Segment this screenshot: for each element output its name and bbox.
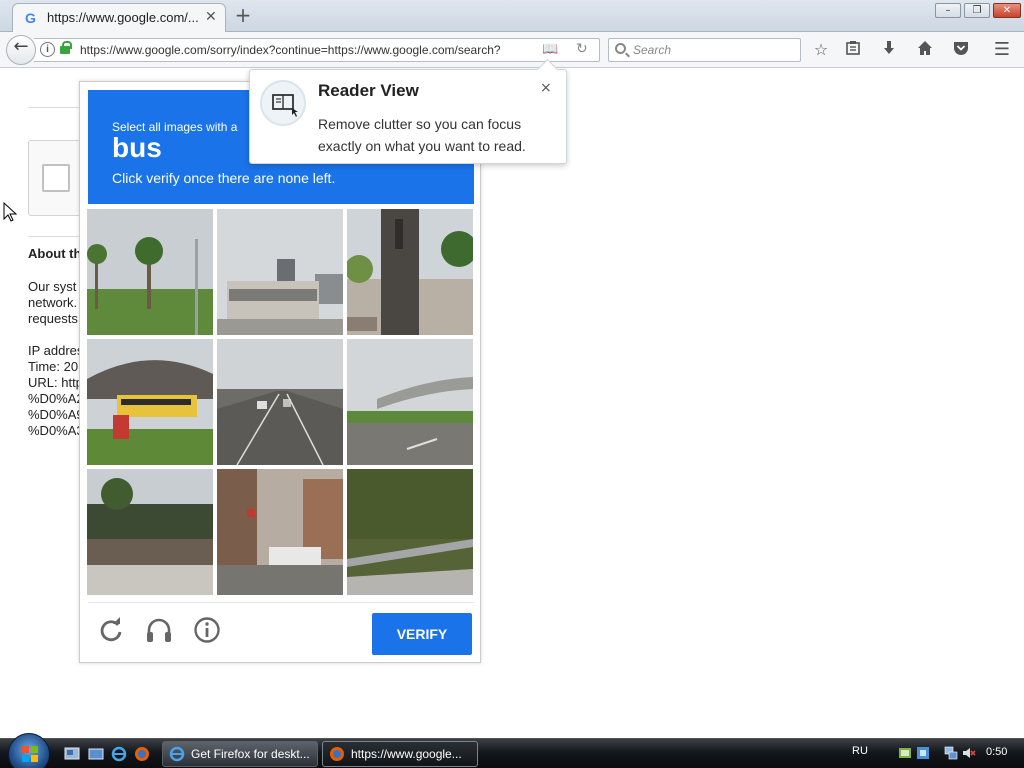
info-icon[interactable]: i: [40, 42, 55, 57]
lock-icon: [60, 41, 72, 54]
search-input[interactable]: Search: [608, 38, 801, 62]
hamburger-menu-icon[interactable]: ☰: [991, 40, 1013, 60]
captcha-target-word: bus: [112, 132, 162, 163]
captcha-tile[interactable]: [347, 469, 473, 595]
internet-explorer-icon[interactable]: [111, 746, 127, 762]
tab-close-icon[interactable]: ✕: [205, 9, 217, 25]
taskbar-item-label: Get Firefox for deskt...: [191, 747, 310, 761]
captcha-challenge: Select all images with a bus Click verif…: [79, 81, 481, 663]
volume-muted-icon[interactable]: [962, 746, 976, 760]
body-text-line: Time: 20:: [28, 359, 80, 374]
reader-view-icon: [260, 80, 306, 126]
bookmarks-list-icon[interactable]: [842, 40, 864, 60]
language-indicator[interactable]: RU: [852, 745, 868, 757]
body-text-line: requests: [28, 311, 78, 326]
home-icon[interactable]: [914, 40, 936, 60]
body-text-line: URL: http: [28, 375, 80, 390]
back-button[interactable]: ←: [6, 35, 36, 65]
network-icon[interactable]: [944, 746, 958, 760]
taskbar-item[interactable]: Get Firefox for deskt...: [162, 741, 318, 767]
body-text-line: %D0%A3: [28, 423, 80, 438]
about-heading: About th: [28, 246, 80, 261]
show-desktop-icon[interactable]: [64, 746, 80, 762]
captcha-tile[interactable]: [87, 339, 213, 465]
reader-view-description: exactly on what you want to read.: [318, 138, 526, 154]
start-button[interactable]: [8, 733, 50, 768]
navigation-bar: i https://www.google.com/sorry/index?con…: [0, 32, 1024, 68]
mouse-cursor-icon: [3, 202, 17, 222]
browser-tab[interactable]: G https://www.google.com/... ✕: [12, 3, 226, 32]
clock[interactable]: 0:50: [986, 746, 1007, 758]
url-text[interactable]: https://www.google.com/sorry/index?conti…: [80, 43, 520, 57]
captcha-tile[interactable]: [347, 339, 473, 465]
captcha-tile[interactable]: [217, 469, 343, 595]
taskbar-item-active[interactable]: https://www.google...: [322, 741, 478, 767]
info-icon[interactable]: [192, 615, 222, 645]
body-text-line: %D0%A9: [28, 407, 80, 422]
windows-taskbar: Get Firefox for deskt... https://www.goo…: [0, 733, 1024, 768]
captcha-tile[interactable]: [87, 209, 213, 335]
firefox-icon: [330, 747, 344, 761]
windows-logo-icon: [22, 746, 38, 762]
window-close-button[interactable]: ✕: [993, 3, 1021, 18]
reload-challenge-icon[interactable]: [96, 615, 126, 645]
url-bar[interactable]: i https://www.google.com/sorry/index?con…: [34, 38, 600, 62]
bookmark-star-icon[interactable]: ☆: [810, 40, 832, 60]
body-text-line: network.: [28, 295, 78, 310]
google-favicon-icon: G: [25, 10, 36, 26]
tab-strip: G https://www.google.com/... ✕ + – ❐ ✕: [0, 0, 1024, 32]
captcha-tile[interactable]: [347, 209, 473, 335]
new-tab-button[interactable]: +: [233, 4, 253, 26]
body-text-line: Our syst: [28, 279, 77, 294]
captcha-tile[interactable]: [87, 469, 213, 595]
headphones-icon[interactable]: [144, 615, 174, 645]
body-text-line: %D0%A2: [28, 391, 80, 406]
captcha-image-grid: [87, 209, 475, 597]
downloads-icon[interactable]: [878, 40, 900, 60]
tray-app-icon[interactable]: [916, 746, 930, 760]
tray-app-icon[interactable]: [898, 746, 912, 760]
reader-view-popup: Reader View Remove clutter so you can fo…: [249, 69, 567, 164]
search-placeholder: Search: [633, 43, 672, 57]
taskbar-item-label: https://www.google...: [351, 747, 462, 761]
verify-button[interactable]: VERIFY: [372, 613, 472, 655]
switch-windows-icon[interactable]: [88, 746, 104, 762]
captcha-footer: VERIFY: [88, 602, 474, 662]
tab-title: https://www.google.com/...: [47, 10, 199, 25]
captcha-tile[interactable]: [217, 209, 343, 335]
captcha-subinstruction: Click verify once there are none left.: [112, 170, 336, 186]
reader-view-icon[interactable]: 📖: [542, 42, 558, 57]
reader-view-description: Remove clutter so you can focus: [318, 116, 522, 132]
captcha-tile[interactable]: [217, 339, 343, 465]
pocket-icon[interactable]: [950, 40, 972, 60]
reader-view-title: Reader View: [318, 81, 419, 100]
close-icon[interactable]: ×: [540, 80, 552, 96]
reload-icon[interactable]: ↻: [576, 41, 588, 57]
internet-explorer-icon: [169, 746, 185, 762]
search-icon: [615, 43, 626, 54]
recaptcha-checkbox[interactable]: [42, 164, 70, 192]
maximize-button[interactable]: ❐: [964, 3, 990, 18]
firefox-icon[interactable]: [134, 746, 150, 762]
minimize-button[interactable]: –: [935, 3, 961, 18]
body-text-line: IP addres: [28, 343, 80, 358]
